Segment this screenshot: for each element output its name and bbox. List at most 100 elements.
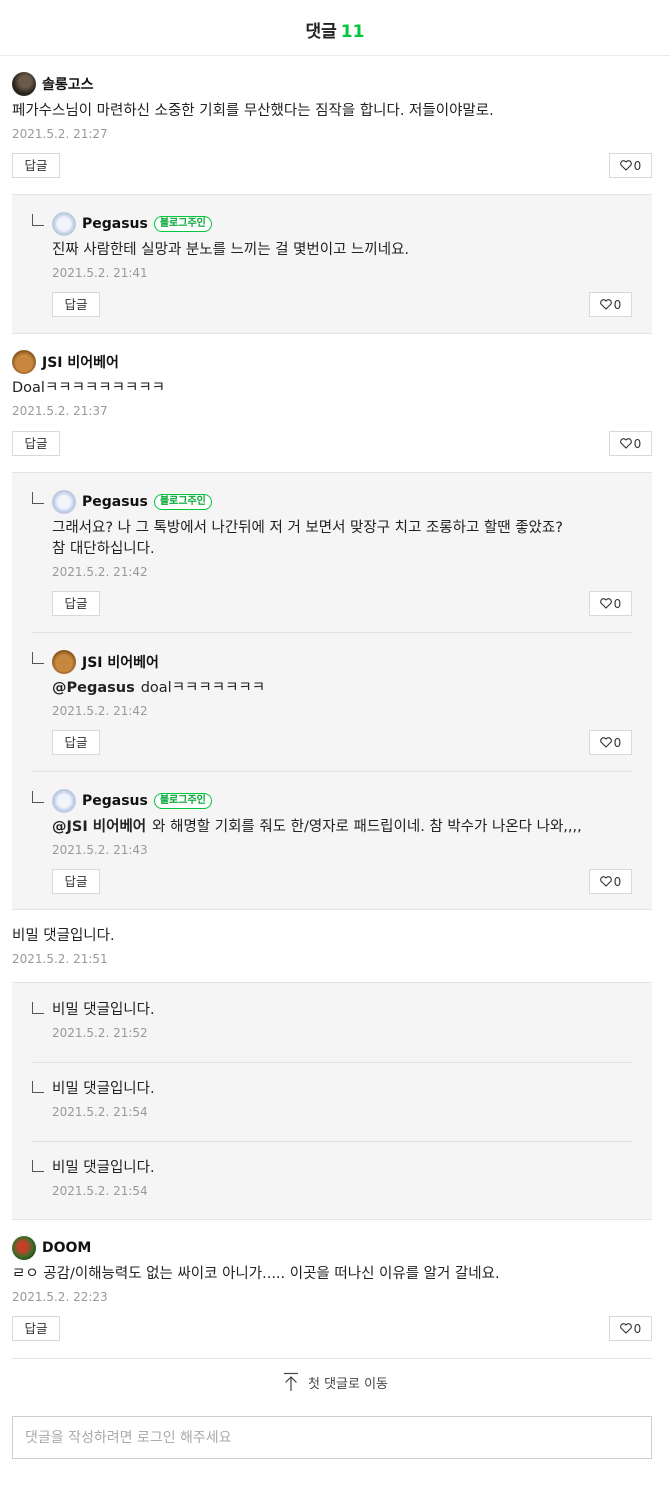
avatar[interactable] <box>52 650 76 674</box>
reply-zone: 비밀 댓글입니다. 2021.5.2. 21:52 비밀 댓글입니다. 2021… <box>12 982 652 1220</box>
reply-text: 비밀 댓글입니다. <box>52 1160 155 1176</box>
reply-zone: Pegasus 블로그주인 그래서요? 나 그 톡방에서 나간뒤에 저 거 보면… <box>12 472 652 910</box>
comments-header: 댓글 11 <box>0 0 670 56</box>
reply-author[interactable]: Pegasus <box>82 216 148 232</box>
like-button[interactable]: 0 <box>589 292 632 317</box>
comment-text: 페가수스님이 마련하신 소중한 기회를 무산했다는 짐작을 합니다. 저들이야말… <box>12 103 494 119</box>
reply-date: 2021.5.2. 21:43 <box>52 843 148 857</box>
comment-date: 2021.5.2. 22:23 <box>12 1290 108 1304</box>
reply-indent-icon <box>32 791 44 803</box>
owner-badge: 블로그주인 <box>153 793 212 809</box>
like-count: 0 <box>633 158 642 173</box>
secret-reply-item: 비밀 댓글입니다. 2021.5.2. 21:54 <box>32 1079 632 1125</box>
reply-indent-icon <box>32 492 44 504</box>
like-button[interactable]: 0 <box>609 1316 652 1341</box>
mention[interactable]: @Pegasus <box>52 680 135 696</box>
reply-button[interactable]: 답글 <box>12 1316 60 1341</box>
reply-button[interactable]: 답글 <box>52 292 100 317</box>
reply-button[interactable]: 답글 <box>52 730 100 755</box>
reply-text: @JSI 비어베어 와 해명할 기회를 줘도 한/영자로 패드립이네. 참 박수가… <box>52 817 582 838</box>
heart-icon <box>599 876 612 887</box>
like-button[interactable]: 0 <box>589 869 632 894</box>
reply-date: 2021.5.2. 21:52 <box>52 1026 148 1040</box>
avatar[interactable] <box>12 350 36 374</box>
reply-author[interactable]: JSI 비어베어 <box>82 652 159 672</box>
like-button[interactable]: 0 <box>589 730 632 755</box>
like-count: 0 <box>613 735 622 750</box>
reply-button[interactable]: 답글 <box>12 153 60 178</box>
like-count: 0 <box>633 1321 642 1336</box>
reply-divider <box>32 771 632 772</box>
mention[interactable]: @JSI 비어베어 <box>52 819 146 835</box>
reply-date: 2021.5.2. 21:54 <box>52 1105 148 1119</box>
reply-date: 2021.5.2. 21:54 <box>52 1184 148 1198</box>
reply-text: 진짜 사람한테 실망과 분노를 느끼는 걸 몇번이고 느끼네요. <box>52 242 410 258</box>
reply-button[interactable]: 답글 <box>52 591 100 616</box>
secret-reply-item: 비밀 댓글입니다. 2021.5.2. 21:54 <box>32 1158 632 1204</box>
avatar[interactable] <box>52 490 76 514</box>
heart-icon <box>619 438 632 449</box>
like-button[interactable]: 0 <box>609 431 652 456</box>
goto-first-label: 첫 댓글로 이동 <box>307 1376 389 1392</box>
comment-author[interactable]: DOOM <box>42 1240 91 1256</box>
comment-date: 2021.5.2. 21:27 <box>12 127 108 141</box>
reply-text-body: 와 해명할 기회를 줘도 한/영자로 패드립이네. 참 박수가 나온다 나와,,… <box>152 819 582 835</box>
reply-button[interactable]: 답글 <box>12 431 60 456</box>
owner-badge: 블로그주인 <box>153 216 212 232</box>
reply-author[interactable]: Pegasus <box>82 494 148 510</box>
secret-comment-item: 비밀 댓글입니다. 2021.5.2. 21:51 <box>12 926 652 972</box>
comment-text: Doalㅋㅋㅋㅋㅋㅋㅋㅋㅋ <box>12 380 166 396</box>
avatar[interactable] <box>52 212 76 236</box>
reply-text: 비밀 댓글입니다. <box>52 1081 155 1097</box>
comment-date: 2021.5.2. 21:37 <box>12 404 108 418</box>
secret-reply-item: 비밀 댓글입니다. 2021.5.2. 21:52 <box>32 1000 632 1046</box>
reply-item: Pegasus 블로그주인 @JSI 비어베어 와 해명할 기회를 줘도 한/영자… <box>32 789 632 899</box>
comment-text: 비밀 댓글입니다. <box>12 928 115 944</box>
avatar[interactable] <box>12 1236 36 1260</box>
avatar[interactable] <box>12 72 36 96</box>
reply-author-row: Pegasus 블로그주인 <box>52 490 212 514</box>
reply-text: 비밀 댓글입니다. <box>52 1002 155 1018</box>
reply-button[interactable]: 답글 <box>52 869 100 894</box>
comment-input[interactable] <box>12 1416 652 1459</box>
comment-item: JSI 비어베어 Doalㅋㅋㅋㅋㅋㅋㅋㅋㅋ 2021.5.2. 21:37 답… <box>12 350 652 460</box>
reply-author-row: Pegasus 블로그주인 <box>52 789 212 813</box>
goto-first-comment-link[interactable]: 첫 댓글로 이동 <box>0 1370 670 1394</box>
like-button[interactable]: 0 <box>609 153 652 178</box>
arrow-up-icon <box>283 1372 298 1391</box>
reply-divider <box>32 1141 632 1142</box>
comment-author-row: JSI 비어베어 <box>12 350 119 374</box>
reply-item: Pegasus 블로그주인 그래서요? 나 그 톡방에서 나간뒤에 저 거 보면… <box>32 490 632 616</box>
heart-icon <box>599 737 612 748</box>
reply-divider <box>32 632 632 633</box>
reply-indent-icon <box>32 1002 44 1014</box>
like-count: 0 <box>613 297 622 312</box>
comment-author-row: 솔롱고스 <box>12 72 94 96</box>
reply-date: 2021.5.2. 21:42 <box>52 704 148 718</box>
like-count: 0 <box>633 436 642 451</box>
reply-author-row: JSI 비어베어 <box>52 650 159 674</box>
like-button[interactable]: 0 <box>589 591 632 616</box>
comments-title: 댓글 11 <box>0 17 670 42</box>
comment-item: DOOM ㄹㅇ 공감/이해능력도 없는 싸이코 아니가..... 이곳을 떠나신… <box>12 1236 652 1346</box>
heart-icon <box>599 299 612 310</box>
heart-icon <box>599 598 612 609</box>
reply-indent-icon <box>32 214 44 226</box>
avatar[interactable] <box>52 789 76 813</box>
comment-author[interactable]: 솔롱고스 <box>42 74 94 94</box>
reply-indent-icon <box>32 1081 44 1093</box>
comment-item: 솔롱고스 페가수스님이 마련하신 소중한 기회를 무산했다는 짐작을 합니다. … <box>12 72 652 182</box>
reply-text-line: 참 대단하십니다. <box>52 541 155 557</box>
comment-text: ㄹㅇ 공감/이해능력도 없는 싸이코 아니가..... 이곳을 떠나신 이유를 … <box>12 1266 500 1282</box>
reply-divider <box>32 1062 632 1063</box>
comment-author[interactable]: JSI 비어베어 <box>42 352 119 372</box>
reply-item: JSI 비어베어 @Pegasus doalㅋㅋㅋㅋㅋㅋㅋ 2021.5.2. 2… <box>32 650 632 760</box>
reply-author[interactable]: Pegasus <box>82 793 148 809</box>
reply-text: @Pegasus doalㅋㅋㅋㅋㅋㅋㅋ <box>52 678 265 699</box>
comment-count: 11 <box>340 22 365 42</box>
reply-author-row: Pegasus 블로그주인 <box>52 212 212 236</box>
reply-date: 2021.5.2. 21:42 <box>52 565 148 579</box>
heart-icon <box>619 160 632 171</box>
comments-title-label: 댓글 <box>305 22 337 42</box>
heart-icon <box>619 1323 632 1334</box>
